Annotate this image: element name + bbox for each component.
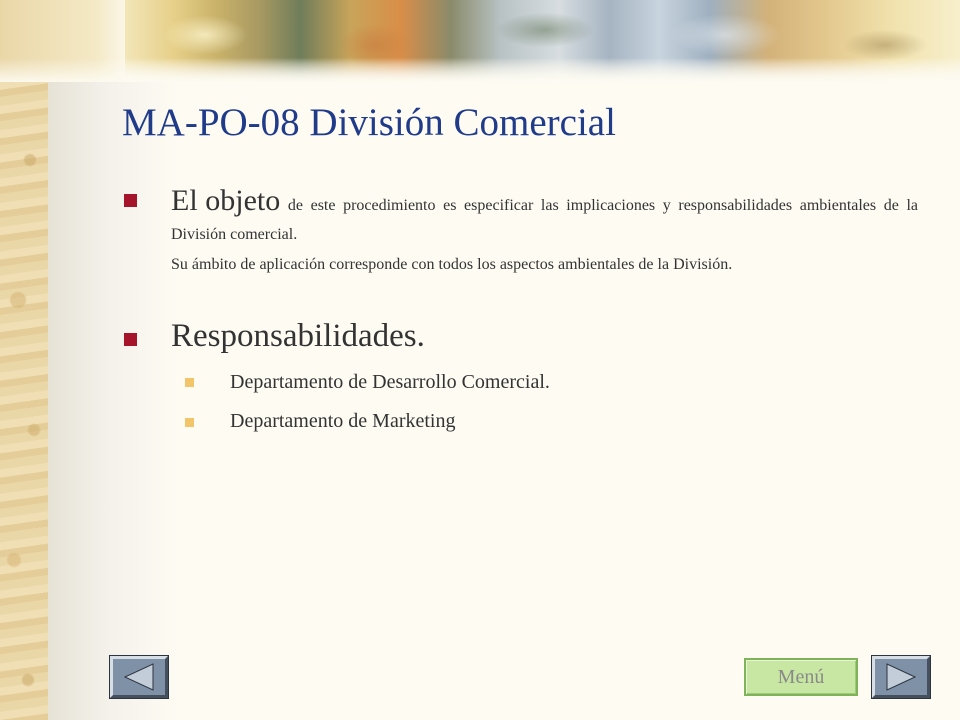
bullet-marker <box>124 333 137 346</box>
responsibility-item: Departamento de Desarrollo Comercial. <box>230 371 550 393</box>
responsibilities-heading: Responsabilidades. <box>171 318 425 354</box>
menu-button[interactable]: Menú <box>744 658 858 696</box>
parchment-side-strip <box>0 0 48 720</box>
next-slide-button[interactable] <box>871 655 931 699</box>
previous-slide-button[interactable] <box>109 655 169 699</box>
objective-paragraph: El objeto de este procedimiento es espec… <box>171 186 918 249</box>
triangle-right-icon <box>886 663 917 691</box>
page-title: MA-PO-08 División Comercial <box>122 101 616 144</box>
responsibility-item: Departamento de Marketing <box>230 410 456 432</box>
objective-lead-word-2: objeto <box>205 184 281 217</box>
objective-lead-word: El <box>171 184 198 217</box>
triangle-left-icon <box>123 663 154 691</box>
bullet-marker <box>124 194 137 207</box>
sub-bullet-marker <box>185 378 194 387</box>
objective-text: de este procedimiento es especificar las… <box>171 197 918 243</box>
banner-fade <box>0 58 960 82</box>
top-banner <box>0 0 960 82</box>
scope-paragraph: Su ámbito de aplicación corresponde con … <box>171 256 733 273</box>
sub-bullet-marker <box>185 418 194 427</box>
